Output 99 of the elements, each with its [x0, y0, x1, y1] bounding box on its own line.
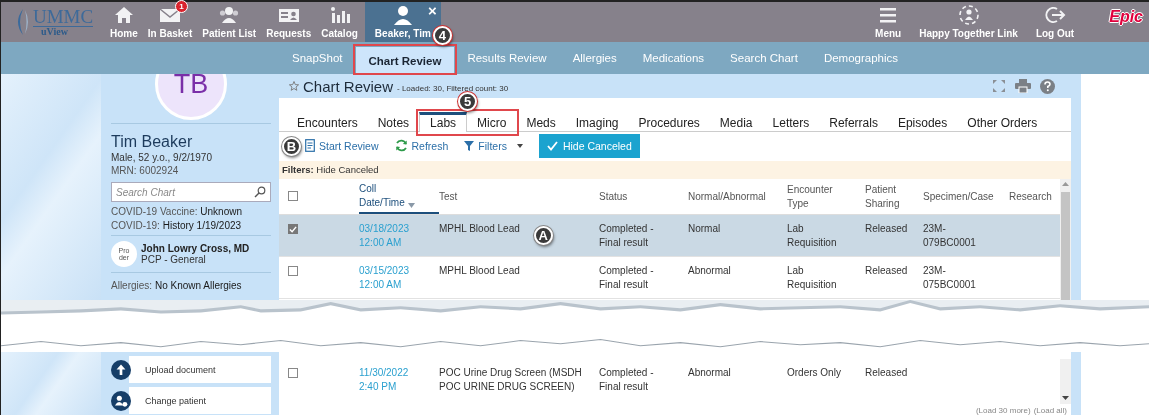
table-cell: Abnormal [688, 264, 731, 278]
table-cell: MPHL Blood Lead [439, 264, 520, 278]
provider-role: PCP - General [141, 254, 207, 265]
tab[interactable]: Letters [762, 112, 820, 131]
table-cell: Completed - Final result [599, 264, 654, 292]
start-review-button[interactable]: Start Review [305, 139, 379, 152]
column-header[interactable]: Encounter Type [787, 179, 865, 214]
caret-icon [516, 143, 523, 148]
table-cell: Completed - Final result [599, 366, 654, 394]
table-cell: Released [865, 222, 908, 236]
close-icon[interactable]: × [428, 3, 437, 18]
scrollbar[interactable] [1060, 179, 1071, 300]
sort-down-icon [407, 203, 415, 208]
column-header[interactable]: Research [1009, 179, 1059, 214]
tab[interactable]: Procedures [628, 112, 710, 131]
nav-tab[interactable]: Chart Review [355, 47, 455, 74]
load-link[interactable]: (Load 30 more) [975, 406, 1031, 415]
table-cell: Completed - Final result [599, 222, 654, 250]
toolbar-button[interactable]: Home [105, 2, 143, 42]
search-field[interactable]: Search Chart [111, 182, 271, 202]
table-cell: MPHL Blood Lead [439, 222, 520, 236]
tab[interactable]: Media [709, 112, 763, 131]
scroll-up-icon [1062, 182, 1069, 186]
scrollbar-thumb[interactable] [1061, 192, 1070, 300]
print-icon [1015, 79, 1031, 93]
checkbox[interactable] [288, 266, 298, 276]
tab[interactable]: Labs [419, 112, 468, 132]
scrollbar[interactable] [1060, 359, 1071, 404]
tab[interactable]: Notes [367, 112, 420, 131]
document-icon [305, 139, 315, 152]
tab[interactable]: Other Orders [957, 112, 1048, 131]
mrn-text: MRN: 6002924 [111, 164, 180, 177]
scroll-down-icon [1062, 396, 1069, 400]
checkbox[interactable] [288, 368, 298, 378]
person-icon [391, 4, 414, 26]
tab[interactable]: Imaging [565, 112, 629, 131]
refresh-icon [394, 139, 408, 152]
toolbar-button[interactable]: Catalog [316, 2, 363, 42]
table-cell: 23M- 079BC0001 [923, 222, 976, 250]
filter-summary: Filters: Hide Canceled [279, 161, 1071, 179]
checkbox[interactable] [288, 224, 298, 234]
change-person-icon [111, 390, 131, 411]
check-icon [546, 140, 558, 151]
tab[interactable]: Encounters [287, 112, 368, 131]
tab[interactable]: Micro [467, 112, 517, 131]
filters-button[interactable]: Filters [464, 139, 507, 152]
table-cell: Released [865, 366, 908, 380]
action-button[interactable]: Upload document [129, 356, 271, 383]
toolbar-button[interactable]: Happy Together Link [914, 2, 1023, 42]
upload-icon [111, 359, 131, 380]
table-cell: POC Urine Drug Screen (MSDH POC URINE DRUG SCREEN) [439, 366, 582, 394]
refresh-button[interactable]: Refresh [394, 139, 449, 152]
table-cell: Released [865, 264, 908, 278]
person-circle-icon [957, 4, 980, 26]
column-header[interactable]: Specimen/Case [923, 179, 1009, 214]
table-row[interactable]: 03/15/2023 12:00 AM MPHL Blood Lead Completed - Final result Abnormal Lab Requisition Released 23M- 075BC0001 [279, 257, 1060, 299]
filter-icon [464, 140, 475, 151]
avatar: TB [155, 74, 227, 120]
toolbar-button[interactable]: 1 In Basket [142, 2, 198, 42]
tab[interactable]: Episodes [887, 112, 958, 131]
patient-details: Male, 52 y.o., 9/2/1970 [111, 151, 213, 164]
covid-status-text: COVID-19 Vaccine: Unknown [111, 206, 243, 218]
page-title: Chart Review [303, 77, 394, 95]
people-icon [218, 4, 241, 26]
tab[interactable]: Referrals [819, 112, 888, 131]
table-cell: Orders Only [787, 366, 841, 380]
table-cell: Lab Requisition [787, 222, 837, 250]
column-header[interactable]: Normal/Abnormal [688, 179, 787, 214]
toolbar-button[interactable]: Patient List [197, 2, 262, 42]
logout-icon [1044, 4, 1067, 26]
load-link[interactable]: (Load all) [1033, 406, 1067, 415]
covid-status-text: COVID-19: History 1/19/2023 [111, 220, 243, 232]
ummc-logo: UMMC uView [1, 2, 105, 42]
allergies-text: Allergies: No Known Allergies [111, 280, 243, 292]
expand-icon [992, 79, 1006, 93]
toolbar-button[interactable]: Log Out [1030, 2, 1080, 42]
action-button[interactable]: Change patient [129, 387, 271, 414]
column-header[interactable]: Status [599, 179, 688, 214]
column-header[interactable]: Test [439, 179, 599, 214]
notification-badge: 1 [175, 0, 189, 13]
callout-marker: A [533, 226, 553, 245]
tab[interactable]: Meds [516, 112, 566, 131]
provider-name: John Lowry Cross, MD [141, 243, 250, 254]
help-icon [1040, 78, 1055, 94]
table-cell: Normal [688, 222, 721, 236]
table-cell: 23M- 075BC0001 [923, 264, 976, 292]
toolbar-button[interactable]: Menu [870, 2, 907, 42]
callout-marker: 4 [432, 26, 452, 45]
checkbox[interactable] [288, 190, 298, 201]
table-cell: Lab Requisition [787, 264, 837, 292]
epic-logo: Epic [1109, 8, 1143, 26]
table-cell: Abnormal [688, 366, 731, 380]
toolbar-button[interactable]: Requests [261, 2, 317, 42]
bar-chart-icon [328, 4, 351, 26]
patient-name: Tim Beaker [111, 133, 194, 151]
star-icon [289, 81, 299, 91]
count-text: - Loaded: 30, Filtered count: 30 [397, 83, 509, 93]
column-header[interactable]: Patient Sharing [865, 179, 923, 214]
table-row[interactable]: 11/30/2022 2:40 PM POC Urine Drug Screen (MSDH POC URINE DRUG SCREEN) Completed - Final result Abnormal Orders Only Released [279, 359, 1060, 399]
